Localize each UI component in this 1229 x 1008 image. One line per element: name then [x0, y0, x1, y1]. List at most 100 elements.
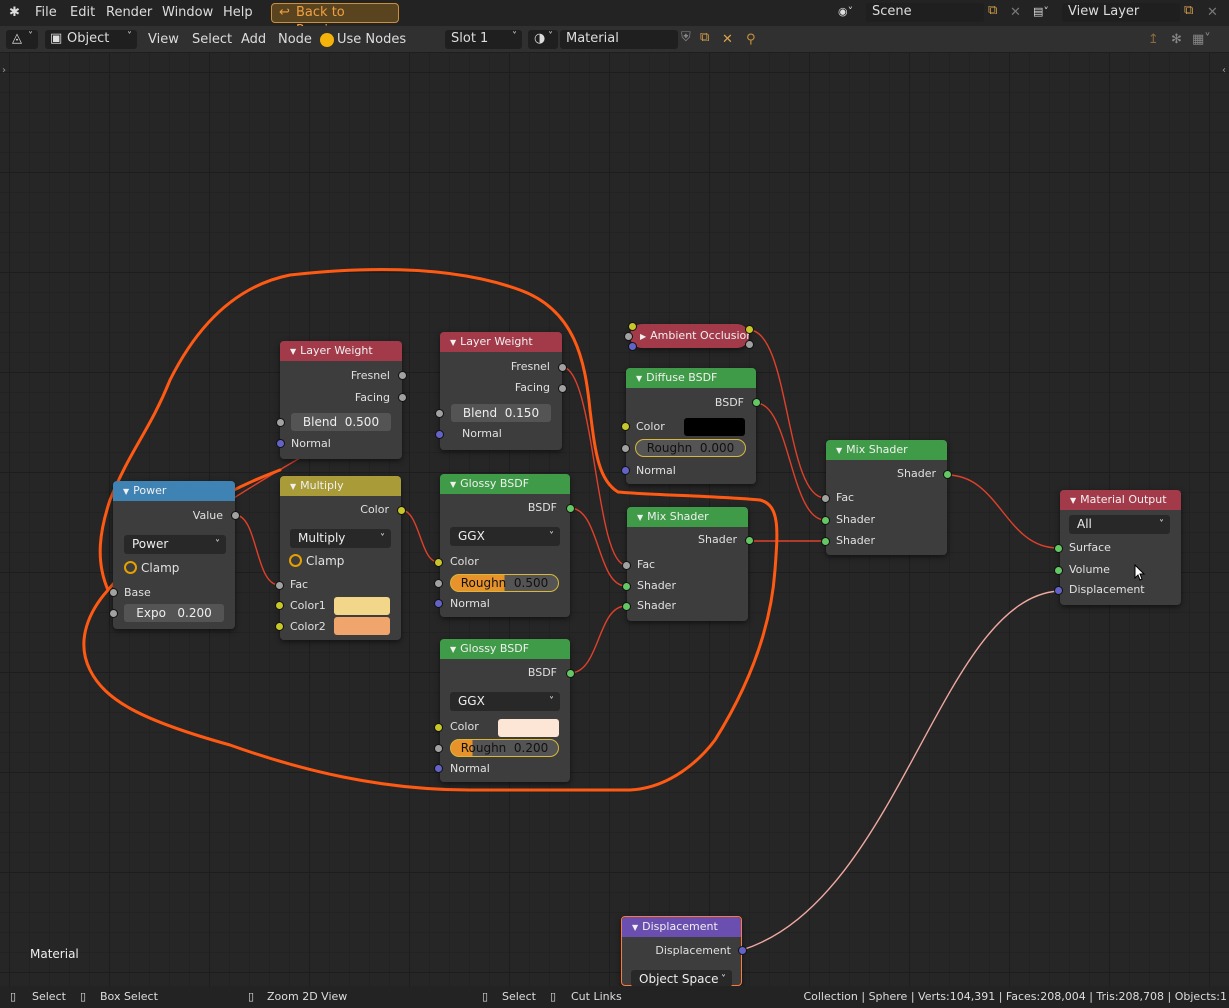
material-output-header[interactable]: ▼ Material Output [1060, 490, 1181, 510]
glossy2-roughness-slider[interactable]: Roughn 0.200 [450, 739, 559, 757]
mix2-shader-out-socket[interactable] [943, 470, 952, 479]
lw1-facing-socket[interactable] [398, 393, 407, 402]
power-operation-dropdown[interactable]: Power ˅ [124, 535, 226, 554]
power-node[interactable]: ▼ Power Value Power ˅ Clamp Base Expo 0.20… [113, 481, 235, 629]
ao-color-in-socket[interactable] [628, 322, 637, 331]
glossy1-color-socket[interactable] [434, 558, 443, 567]
displacement-node[interactable]: ▼ Displacement Displacement Object Space ˅ [621, 916, 742, 987]
lw2-blend-socket[interactable] [435, 409, 444, 418]
mix1-shader-out-socket[interactable] [745, 536, 754, 545]
new-scene-icon[interactable]: ⧉ [988, 3, 997, 18]
lw1-blend-field[interactable]: Blend 0.500 [291, 413, 391, 431]
glossy1-bsdf-socket[interactable] [566, 504, 575, 513]
displacement-output-socket[interactable] [738, 946, 747, 955]
diffuse-color-swatch[interactable] [684, 418, 745, 436]
mix2-shader-b-socket[interactable] [821, 537, 830, 546]
layer-weight-node-1[interactable]: ▼ Layer Weight Fresnel Facing Blend 0.500… [280, 341, 402, 459]
displacement-space-dropdown[interactable]: Object Space ˅ [631, 970, 732, 987]
diffuse-header[interactable]: ▼ Diffuse BSDF [626, 368, 756, 388]
power-clamp-checkbox[interactable] [124, 561, 137, 574]
sidebar-expand-icon[interactable]: ‹ [1222, 65, 1226, 76]
snapping-icon[interactable]: ✻ [1171, 32, 1182, 47]
collapse-arrow-icon[interactable]: ▼ [450, 338, 456, 347]
layer-weight-1-header[interactable]: ▼ Layer Weight [280, 341, 402, 361]
mix-shader-node-1[interactable]: ▼ Mix Shader Shader Fac Shader Shader [627, 507, 748, 621]
ambient-occlusion-header[interactable]: ▶ Ambient Occlusion [630, 324, 749, 348]
multiply-clamp-checkbox[interactable] [289, 554, 302, 567]
object-mode-dropdown[interactable]: ▣ Object ˅ [45, 30, 137, 49]
glossy2-color-swatch[interactable] [498, 719, 559, 737]
fake-user-icon[interactable]: ⛨ [681, 30, 691, 45]
mix1-shader-a-socket[interactable] [622, 582, 631, 591]
menu-view[interactable]: View [148, 32, 179, 47]
toolbar-expand-icon[interactable]: › [2, 65, 6, 76]
lw2-normal-socket[interactable] [435, 430, 444, 439]
lw1-blend-socket[interactable] [276, 418, 285, 427]
snap-element-icon[interactable]: ▦˅ [1192, 32, 1211, 47]
menu-node[interactable]: Node [278, 32, 312, 47]
material-output-node[interactable]: ▼ Material Output All ˅ Surface Volume Dis… [1060, 490, 1181, 605]
glossy1-normal-socket[interactable] [434, 599, 443, 608]
power-expo-socket[interactable] [109, 609, 118, 618]
view-layer-icon[interactable]: ▤˅ [1033, 5, 1049, 18]
glossy-2-header[interactable]: ▼ Glossy BSDF [440, 639, 570, 659]
parent-node-tree-icon[interactable]: ↥ [1148, 32, 1159, 47]
delete-scene-icon[interactable]: ✕ [1010, 5, 1021, 20]
multiply-node-header[interactable]: ▼ Multiply [280, 476, 401, 496]
glossy2-normal-socket[interactable] [434, 764, 443, 773]
collapse-arrow-icon[interactable]: ▼ [290, 482, 296, 491]
multiply-color2-swatch[interactable] [334, 617, 390, 635]
power-node-header[interactable]: ▼ Power [113, 481, 235, 501]
output-surface-socket[interactable] [1054, 544, 1063, 553]
mix1-shader-b-socket[interactable] [622, 602, 631, 611]
blender-logo-icon[interactable]: ✱ [9, 5, 20, 20]
multiply-color1-swatch[interactable] [334, 597, 390, 615]
diffuse-bsdf-socket[interactable] [752, 398, 761, 407]
mix1-fac-socket[interactable] [622, 561, 631, 570]
lw2-facing-socket[interactable] [558, 384, 567, 393]
collapse-arrow-icon[interactable]: ▼ [123, 487, 129, 496]
displacement-header[interactable]: ▼ Displacement [622, 917, 741, 937]
scene-field[interactable]: Scene [866, 3, 984, 22]
collapse-arrow-icon[interactable]: ▼ [836, 446, 842, 455]
glossy2-color-socket[interactable] [434, 723, 443, 732]
view-layer-field[interactable]: View Layer [1062, 3, 1180, 22]
delete-view-layer-icon[interactable]: ✕ [1207, 5, 1218, 20]
menu-select[interactable]: Select [192, 32, 232, 47]
glossy-1-header[interactable]: ▼ Glossy BSDF [440, 474, 570, 494]
diffuse-normal-socket[interactable] [621, 466, 630, 475]
lw1-normal-socket[interactable] [276, 439, 285, 448]
mix-shader-node-2[interactable]: ▼ Mix Shader Shader Fac Shader Shader [826, 440, 947, 555]
lw2-blend-field[interactable]: Blend 0.150 [451, 404, 551, 422]
mix1-header[interactable]: ▼ Mix Shader [627, 507, 748, 527]
diffuse-bsdf-node[interactable]: ▼ Diffuse BSDF BSDF Color Roughn 0.000 No… [626, 368, 756, 484]
material-browse-dropdown[interactable]: ◑ ˅ [528, 30, 558, 49]
multiply-fac-socket[interactable] [275, 581, 284, 590]
mix2-fac-socket[interactable] [821, 494, 830, 503]
glossy-bsdf-node-2[interactable]: ▼ Glossy BSDF BSDF GGX ˅ Color Roughn 0.20… [440, 639, 570, 782]
menu-edit[interactable]: Edit [70, 5, 95, 20]
menu-window[interactable]: Window [162, 5, 213, 20]
scene-icon[interactable]: ◉˅ [838, 5, 853, 18]
collapse-arrow-icon[interactable]: ▼ [632, 923, 638, 932]
collapse-arrow-icon[interactable]: ▼ [450, 645, 456, 654]
lw2-fresnel-socket[interactable] [558, 363, 567, 372]
ao-out-socket[interactable] [745, 340, 754, 349]
back-to-previous-button[interactable]: ↩ Back to Previous [271, 3, 399, 38]
power-value-socket[interactable] [231, 511, 240, 520]
pin-icon[interactable]: ⚲ [746, 32, 756, 47]
menu-file[interactable]: File [35, 5, 57, 20]
expand-arrow-icon[interactable]: ▶ [640, 332, 646, 341]
lw1-fresnel-socket[interactable] [398, 371, 407, 380]
glossy2-distribution-dropdown[interactable]: GGX ˅ [450, 692, 560, 711]
glossy-bsdf-node-1[interactable]: ▼ Glossy BSDF BSDF GGX ˅ Color Roughn 0.50… [440, 474, 570, 617]
new-view-layer-icon[interactable]: ⧉ [1184, 3, 1193, 18]
output-volume-socket[interactable] [1054, 566, 1063, 575]
ao-normal-socket[interactable] [628, 342, 637, 351]
output-target-dropdown[interactable]: All ˅ [1069, 515, 1170, 534]
multiply-color-output-socket[interactable] [397, 506, 406, 515]
power-expo-field[interactable]: Expo 0.200 [124, 604, 224, 622]
material-name-field[interactable]: Material [560, 30, 678, 49]
collapse-arrow-icon[interactable]: ▼ [636, 374, 642, 383]
use-nodes-checkbox[interactable] [320, 33, 334, 47]
